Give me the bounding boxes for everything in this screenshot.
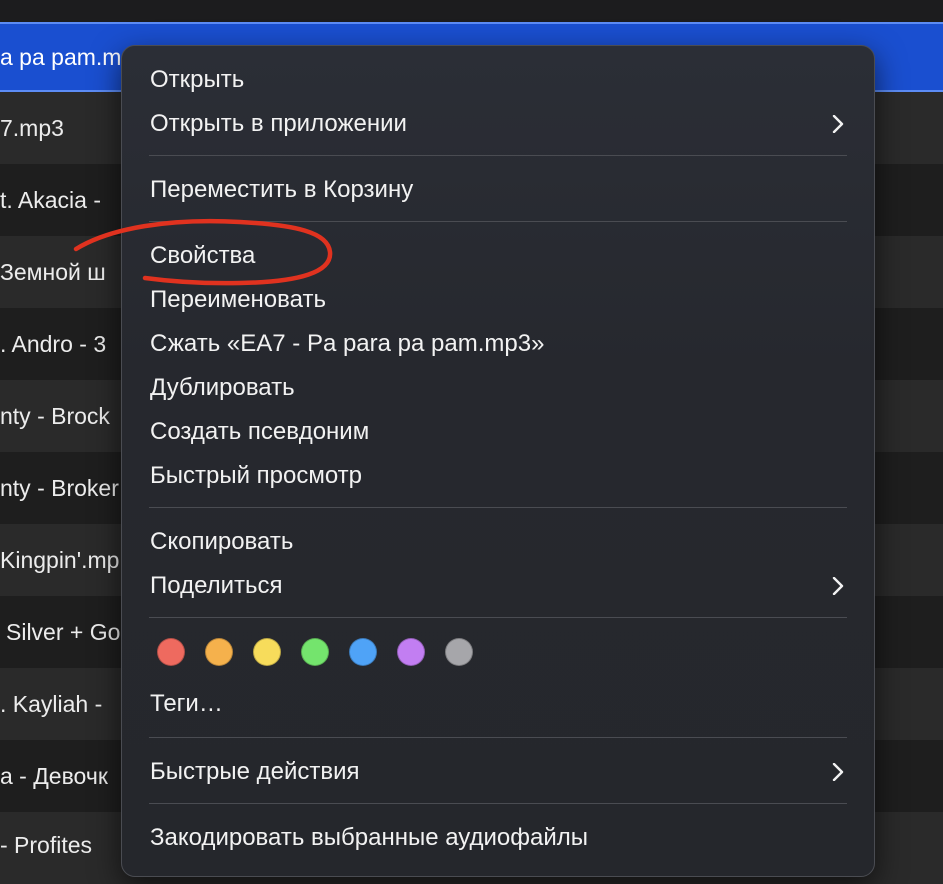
- menu-item-label: Закодировать выбранные аудиофайлы: [150, 824, 589, 851]
- menu-item-make-alias[interactable]: Создать псевдоним: [150, 410, 846, 454]
- menu-item-copy[interactable]: Скопировать: [150, 520, 846, 564]
- menu-item-label: Поделиться: [150, 572, 283, 599]
- tag-orange[interactable]: [205, 638, 233, 666]
- file-name: nty - Broker: [0, 475, 119, 501]
- menu-item-get-info[interactable]: Свойства: [150, 234, 846, 278]
- tag-green[interactable]: [301, 638, 329, 666]
- file-name: t. Akacia -: [0, 187, 101, 213]
- menu-item-open-with[interactable]: Открыть в приложении: [150, 102, 846, 146]
- menu-item-label: Быстрый просмотр: [150, 462, 363, 489]
- menu-item-label: Создать псевдоним: [150, 418, 370, 445]
- menu-separator: [149, 155, 847, 156]
- menu-item-label: Переместить в Корзину: [150, 176, 414, 203]
- menu-item-label: Переименовать: [150, 286, 326, 313]
- file-name: Kingpin'.mp: [0, 547, 120, 573]
- chevron-right-icon: [828, 564, 848, 608]
- menu-item-compress[interactable]: Сжать «EA7 - Pa para pa pam.mp3»: [150, 322, 846, 366]
- chevron-right-icon: [828, 102, 848, 146]
- list-top-strip: [0, 0, 943, 22]
- tag-blue[interactable]: [349, 638, 377, 666]
- menu-item-rename[interactable]: Переименовать: [150, 278, 846, 322]
- menu-separator: [149, 507, 847, 508]
- tag-gray[interactable]: [445, 638, 473, 666]
- menu-item-quick-look[interactable]: Быстрый просмотр: [150, 454, 846, 498]
- file-name: Земной ш: [0, 259, 106, 285]
- chevron-right-icon: [828, 750, 848, 794]
- file-name: - Profites: [0, 832, 93, 858]
- menu-separator: [149, 221, 847, 222]
- menu-item-tags[interactable]: Теги…: [150, 682, 846, 726]
- file-name: 7.mp3: [0, 115, 64, 141]
- menu-item-label: Сжать «EA7 - Pa para pa pam.mp3»: [150, 330, 545, 357]
- menu-item-open[interactable]: Открыть: [150, 58, 846, 102]
- tag-yellow[interactable]: [253, 638, 281, 666]
- menu-separator: [149, 737, 847, 738]
- menu-separator: [149, 803, 847, 804]
- menu-item-label: Свойства: [150, 242, 256, 269]
- tag-red[interactable]: [157, 638, 185, 666]
- menu-item-label: Скопировать: [150, 528, 294, 555]
- menu-item-quick-actions[interactable]: Быстрые действия: [150, 750, 846, 794]
- file-name: nty - Brock: [0, 403, 110, 429]
- menu-item-label: Открыть: [150, 66, 245, 93]
- file-name: a - Девочк: [0, 763, 108, 789]
- menu-item-share[interactable]: Поделиться: [150, 564, 846, 608]
- menu-separator: [149, 617, 847, 618]
- file-name: Silver + Go: [6, 619, 121, 645]
- menu-item-label: Теги…: [150, 690, 223, 717]
- file-name: . Kayliah -: [0, 691, 103, 717]
- menu-item-label: Дублировать: [150, 374, 295, 401]
- context-menu: Открыть Открыть в приложении Переместить…: [121, 45, 875, 877]
- menu-item-move-to-trash[interactable]: Переместить в Корзину: [150, 168, 846, 212]
- menu-item-encode-audio[interactable]: Закодировать выбранные аудиофайлы: [150, 816, 846, 860]
- menu-item-duplicate[interactable]: Дублировать: [150, 366, 846, 410]
- menu-item-label: Открыть в приложении: [150, 110, 407, 137]
- file-name: . Andro - 3: [0, 331, 107, 357]
- tag-purple[interactable]: [397, 638, 425, 666]
- menu-item-label: Быстрые действия: [150, 758, 360, 785]
